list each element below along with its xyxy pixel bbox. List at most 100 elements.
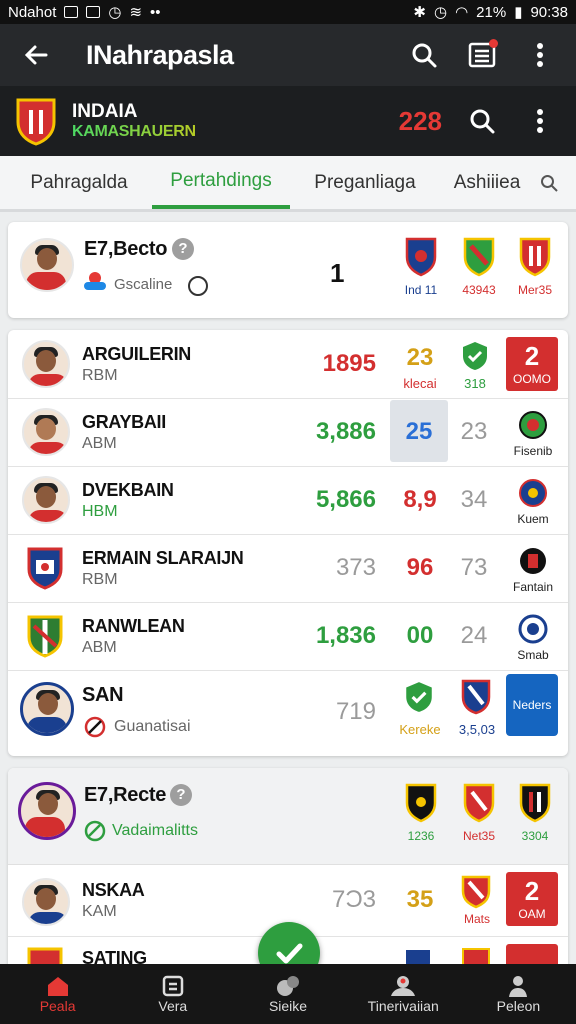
player-stat2-caption: klecai xyxy=(403,376,437,391)
match-count: 1 xyxy=(330,258,345,288)
player-stat2-caption: Mats xyxy=(463,912,490,926)
nav-label: Sieike xyxy=(268,998,308,1014)
status-left-text: Ndahot xyxy=(8,3,57,21)
player-stat3-caption: 318 xyxy=(464,376,486,391)
search-icon xyxy=(470,109,495,134)
team-score: 228 xyxy=(398,105,442,136)
home-icon xyxy=(47,977,68,996)
table-row[interactable]: DVEKBAIN HBM 5,866 8,9 34 Kuem xyxy=(8,466,568,535)
help-icon[interactable]: ? xyxy=(170,784,192,806)
notifications-button[interactable] xyxy=(460,33,504,77)
club-crest-icon xyxy=(463,783,495,823)
team-crest-icon xyxy=(16,98,56,146)
table-row[interactable]: ERMAIN SLARAIJN RBM 373 96 73 Fantain xyxy=(8,534,568,603)
rank-badge-label: OAM xyxy=(518,907,546,921)
club-crest-icon xyxy=(405,783,437,823)
search-icon xyxy=(412,43,437,68)
player-badge-caption: Kuem xyxy=(517,512,549,526)
nav-label: Vera xyxy=(158,998,188,1014)
rank-badge-number: 2 xyxy=(524,876,540,906)
player-stat1: 373 xyxy=(335,554,376,581)
tab-pahragalda[interactable]: Pahragalda xyxy=(6,156,152,209)
tab-preganliaga[interactable]: Preganliaga xyxy=(290,156,440,209)
rank-badge-number: 2 xyxy=(524,341,540,371)
player-name: SAN xyxy=(82,684,124,706)
badge-3: 3304 xyxy=(514,782,556,852)
more-vert-icon xyxy=(537,109,543,133)
help-icon[interactable]: ? xyxy=(172,238,194,260)
club-crest-icon xyxy=(519,411,547,439)
rank-badge-label: OOMO xyxy=(513,372,551,386)
club-crest-icon xyxy=(519,783,551,823)
player-team: KAM xyxy=(82,903,117,920)
nav-item-sieike[interactable]: Sieike xyxy=(230,964,345,1024)
search-button[interactable] xyxy=(402,33,446,77)
check-shield-icon xyxy=(406,682,432,712)
tab-bar: Pahragalda Pertahdings Preganliaga Ashii… xyxy=(0,156,576,212)
tab-ashiiiea[interactable]: Ashiiiea xyxy=(440,156,534,209)
player-team: ABM xyxy=(82,639,117,656)
alarm-icon: ◷ xyxy=(108,4,122,21)
team-menu-button[interactable] xyxy=(518,99,562,143)
back-button[interactable] xyxy=(14,33,58,77)
team-search-button[interactable] xyxy=(460,99,504,143)
player-stat1: 5,866 xyxy=(315,486,376,513)
time-text: 90:38 xyxy=(530,3,568,21)
table-row[interactable]: ARGUILERIN RBM 1895 23 klecai 318 2 OOMO xyxy=(8,330,568,399)
player-team: HBM xyxy=(82,503,118,520)
more-dots-icon: •• xyxy=(150,3,161,21)
player-stat2: 35 xyxy=(406,886,434,913)
table-row[interactable]: SAN Guanatisai 719 Kereke 3,5,03 Neders xyxy=(8,670,568,756)
avatar xyxy=(20,682,74,736)
player-name: NSKAA xyxy=(82,880,145,900)
rank-badge: 2 OAM xyxy=(506,872,558,926)
person-icon xyxy=(509,976,528,997)
table-row[interactable]: RANWLEAN ABM 1,836 00 24 Smab xyxy=(8,602,568,671)
wifi-small-icon: ≋ xyxy=(129,4,143,21)
radio-button[interactable] xyxy=(188,276,208,296)
back-arrow-icon xyxy=(24,45,48,65)
check-circle-icon xyxy=(84,820,106,842)
nav-item-tinerivaiian[interactable]: Tinerivaiian xyxy=(346,964,461,1024)
check-shield-icon xyxy=(463,342,487,370)
player-badge-caption: Fantain xyxy=(512,580,554,594)
player-team: RBM xyxy=(82,571,118,588)
tab-search-button[interactable] xyxy=(534,174,564,192)
table-row[interactable]: GRAYBAII ABM 3,886 25 23 Fisenib xyxy=(8,398,568,467)
team-name: INDAIA xyxy=(72,101,138,122)
nav-item-peleon[interactable]: Peleon xyxy=(461,964,576,1024)
player-list-card: ARGUILERIN RBM 1895 23 klecai 318 2 OOMO… xyxy=(8,330,568,756)
badge-2: 43943 xyxy=(458,236,500,306)
match-summary-card[interactable]: E7,Becto ? Gscaline 1 Ind 11 43943 Mer35 xyxy=(8,222,568,318)
player-name: ERMAIN SLARAIJN xyxy=(82,548,244,568)
player-stat3-caption: 3,5,03 xyxy=(458,722,496,737)
calendar-icon xyxy=(162,975,184,997)
bottom-navigation: Peala Vera Sieike Tinerivaiian Peleon xyxy=(0,964,576,1024)
overflow-menu-button[interactable] xyxy=(518,33,562,77)
signal-icon: ◠ xyxy=(455,4,469,21)
badge-2: Net35 xyxy=(458,782,500,852)
nav-label: Tinerivaiian xyxy=(367,998,439,1014)
player-stat2: 96 xyxy=(406,554,434,581)
badge-1: Ind 11 xyxy=(400,236,442,306)
club-crest-icon xyxy=(405,237,437,277)
club-crest-icon xyxy=(519,237,551,277)
mail-icon xyxy=(86,6,101,18)
avatar xyxy=(22,408,70,456)
player-stat2: 00 xyxy=(406,622,434,649)
club-crest-icon xyxy=(461,679,491,715)
avatar xyxy=(20,238,74,292)
player-stat2-caption: Kereke xyxy=(399,722,441,737)
club-crest-icon xyxy=(27,547,63,590)
player-team: ABM xyxy=(82,435,117,452)
ball-icon xyxy=(277,976,299,996)
nav-item-peala[interactable]: Peala xyxy=(0,964,115,1024)
player-stat1: 719 xyxy=(335,698,376,725)
club-crest-icon xyxy=(519,479,547,507)
rank-badge: 2 OOMO xyxy=(506,337,558,391)
tab-pertahdings[interactable]: Pertahdings xyxy=(152,156,290,209)
card-title: E7,Becto xyxy=(84,238,168,260)
status-icon xyxy=(84,272,106,292)
nav-item-vera[interactable]: Vera xyxy=(115,964,230,1024)
player-stat2: 8,9 xyxy=(403,486,437,513)
